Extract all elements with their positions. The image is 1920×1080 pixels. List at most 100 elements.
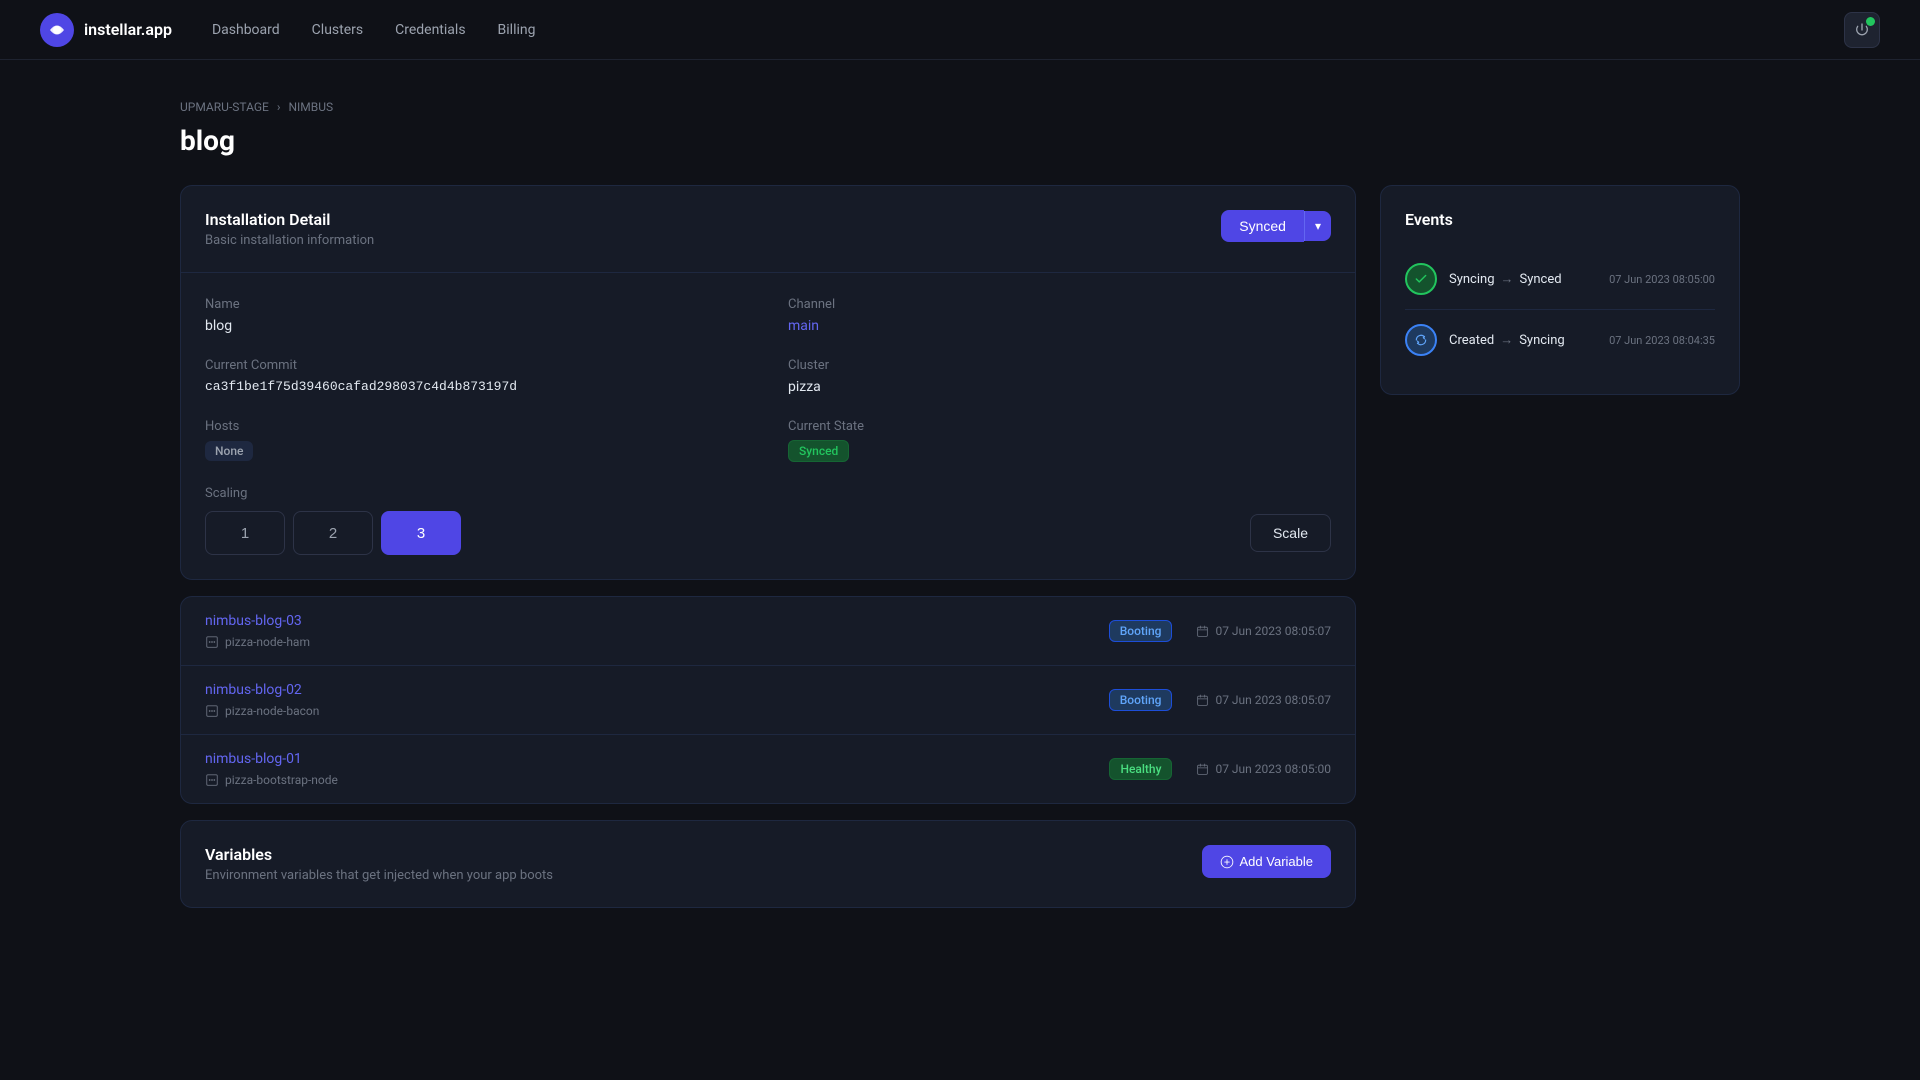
nav-dashboard[interactable]: Dashboard xyxy=(212,22,280,38)
synced-chevron-button[interactable]: ▾ xyxy=(1304,211,1331,241)
scale-button[interactable]: Scale xyxy=(1250,514,1331,552)
instance-name-03[interactable]: nimbus-blog-03 xyxy=(205,613,310,629)
nav-links: Dashboard Clusters Credentials Billing xyxy=(212,22,1844,38)
scale-option-1[interactable]: 1 xyxy=(205,511,285,555)
instance-left-01: nimbus-blog-01 pizza-bootstrap-node xyxy=(205,751,338,787)
event-icon-0 xyxy=(1405,263,1437,295)
commit-field: Current Commit ca3f1be1f75d39460cafad298… xyxy=(205,358,748,395)
date-text-03: 07 Jun 2023 08:05:07 xyxy=(1215,624,1331,638)
event-from-1: Created xyxy=(1449,333,1494,348)
instance-date-03: 07 Jun 2023 08:05:07 xyxy=(1196,624,1331,638)
page-content: UPMARU-STAGE › NIMBUS blog Installation … xyxy=(0,60,1920,948)
date-text-01: 07 Jun 2023 08:05:00 xyxy=(1215,762,1331,776)
instances-card: nimbus-blog-03 pizza-node-ham xyxy=(180,596,1356,804)
commit-label: Current Commit xyxy=(205,358,748,373)
hosts-field: Hosts None xyxy=(205,419,748,462)
card-header-text: Installation Detail Basic installation i… xyxy=(205,210,374,248)
calendar-icon-02 xyxy=(1196,694,1209,707)
instance-left-03: nimbus-blog-03 pizza-node-ham xyxy=(205,613,310,649)
event-arrow-1: → xyxy=(1500,332,1513,348)
variables-subtitle: Environment variables that get injected … xyxy=(205,868,553,883)
variables-header-text: Variables Environment variables that get… xyxy=(205,845,553,883)
logo-text: instellar.app xyxy=(84,20,172,39)
state-field: Current State Synced xyxy=(788,419,1331,462)
events-title: Events xyxy=(1405,210,1715,229)
add-variable-label: Add Variable xyxy=(1240,854,1313,869)
name-value: blog xyxy=(205,318,748,334)
logo-area[interactable]: instellar.app xyxy=(40,13,172,47)
check-icon xyxy=(1414,272,1428,286)
left-column: Installation Detail Basic installation i… xyxy=(180,185,1356,908)
state-label: Current State xyxy=(788,419,1331,434)
event-info-0: Syncing → Synced xyxy=(1449,271,1597,287)
event-icon-1 xyxy=(1405,324,1437,356)
nav-credentials[interactable]: Credentials xyxy=(395,22,465,38)
event-info-1: Created → Syncing xyxy=(1449,332,1597,348)
cluster-value: pizza xyxy=(788,379,1331,395)
scale-option-3[interactable]: 3 xyxy=(381,511,461,555)
instance-right-03: Booting 07 Jun 2023 08:05:07 xyxy=(1109,620,1331,642)
variables-title: Variables xyxy=(205,845,553,864)
cluster-label: Cluster xyxy=(788,358,1331,373)
node-icon-01 xyxy=(205,773,219,787)
breadcrumb-parent[interactable]: UPMARU-STAGE xyxy=(180,100,269,114)
instance-right-02: Booting 07 Jun 2023 08:05:07 xyxy=(1109,689,1331,711)
detail-divider xyxy=(181,272,1355,273)
power-button[interactable] xyxy=(1844,12,1880,48)
breadcrumb: UPMARU-STAGE › NIMBUS xyxy=(180,100,1740,114)
variables-header: Variables Environment variables that get… xyxy=(205,845,1331,883)
scaling-section: Scaling 1 2 3 Scale xyxy=(205,486,1331,555)
instance-status-03: Booting xyxy=(1109,620,1173,642)
name-label: Name xyxy=(205,297,748,312)
events-card: Events Syncing → Synced xyxy=(1380,185,1740,395)
add-variable-button[interactable]: Add Variable xyxy=(1202,845,1331,878)
calendar-icon-03 xyxy=(1196,625,1209,638)
nav-billing[interactable]: Billing xyxy=(498,22,536,38)
installation-detail-card: Installation Detail Basic installation i… xyxy=(180,185,1356,580)
hosts-badge: None xyxy=(205,441,253,461)
right-column: Events Syncing → Synced xyxy=(1380,185,1740,908)
event-row-1: Created → Syncing 07 Jun 2023 08:04:35 xyxy=(1405,310,1715,370)
detail-grid: Name blog Channel main Current Commit ca… xyxy=(205,297,1331,462)
card-header: Installation Detail Basic installation i… xyxy=(205,210,1331,248)
event-to-1: Syncing xyxy=(1519,333,1565,348)
node-name-01: pizza-bootstrap-node xyxy=(225,773,338,787)
synced-button[interactable]: Synced xyxy=(1221,210,1304,242)
event-states-0: Syncing → Synced xyxy=(1449,271,1597,287)
instance-date-02: 07 Jun 2023 08:05:07 xyxy=(1196,693,1331,707)
plus-icon xyxy=(1220,855,1234,869)
node-name-03: pizza-node-ham xyxy=(225,635,310,649)
instance-row-02: nimbus-blog-02 pizza-node-bacon xyxy=(181,666,1355,735)
scaling-label: Scaling xyxy=(205,486,1331,501)
event-time-1: 07 Jun 2023 08:04:35 xyxy=(1609,334,1715,347)
instance-name-02[interactable]: nimbus-blog-02 xyxy=(205,682,319,698)
breadcrumb-child[interactable]: NIMBUS xyxy=(288,100,333,114)
logo-icon xyxy=(40,13,74,47)
instance-row-01: nimbus-blog-01 pizza-bootstrap-node xyxy=(181,735,1355,803)
card-subtitle: Basic installation information xyxy=(205,233,374,248)
card-title: Installation Detail xyxy=(205,210,374,229)
event-row-0: Syncing → Synced 07 Jun 2023 08:05:00 xyxy=(1405,249,1715,310)
event-states-1: Created → Syncing xyxy=(1449,332,1597,348)
channel-field: Channel main xyxy=(788,297,1331,334)
calendar-icon-01 xyxy=(1196,763,1209,776)
scale-option-2[interactable]: 2 xyxy=(293,511,373,555)
instance-node-03: pizza-node-ham xyxy=(205,635,310,649)
event-arrow-0: → xyxy=(1501,271,1514,287)
sync-icon xyxy=(1414,333,1428,347)
node-icon-02 xyxy=(205,704,219,718)
nav-clusters[interactable]: Clusters xyxy=(312,22,363,38)
online-indicator xyxy=(1866,17,1875,26)
instance-name-01[interactable]: nimbus-blog-01 xyxy=(205,751,338,767)
node-name-02: pizza-node-bacon xyxy=(225,704,319,718)
event-from-0: Syncing xyxy=(1449,272,1495,287)
page-title: blog xyxy=(180,124,1740,157)
name-field: Name blog xyxy=(205,297,748,334)
instance-row-03: nimbus-blog-03 pizza-node-ham xyxy=(181,597,1355,666)
instance-left-02: nimbus-blog-02 pizza-node-bacon xyxy=(205,682,319,718)
instance-status-01: Healthy xyxy=(1109,758,1172,780)
navbar: instellar.app Dashboard Clusters Credent… xyxy=(0,0,1920,60)
channel-value[interactable]: main xyxy=(788,318,1331,334)
date-text-02: 07 Jun 2023 08:05:07 xyxy=(1215,693,1331,707)
state-badge: Synced xyxy=(788,440,849,462)
